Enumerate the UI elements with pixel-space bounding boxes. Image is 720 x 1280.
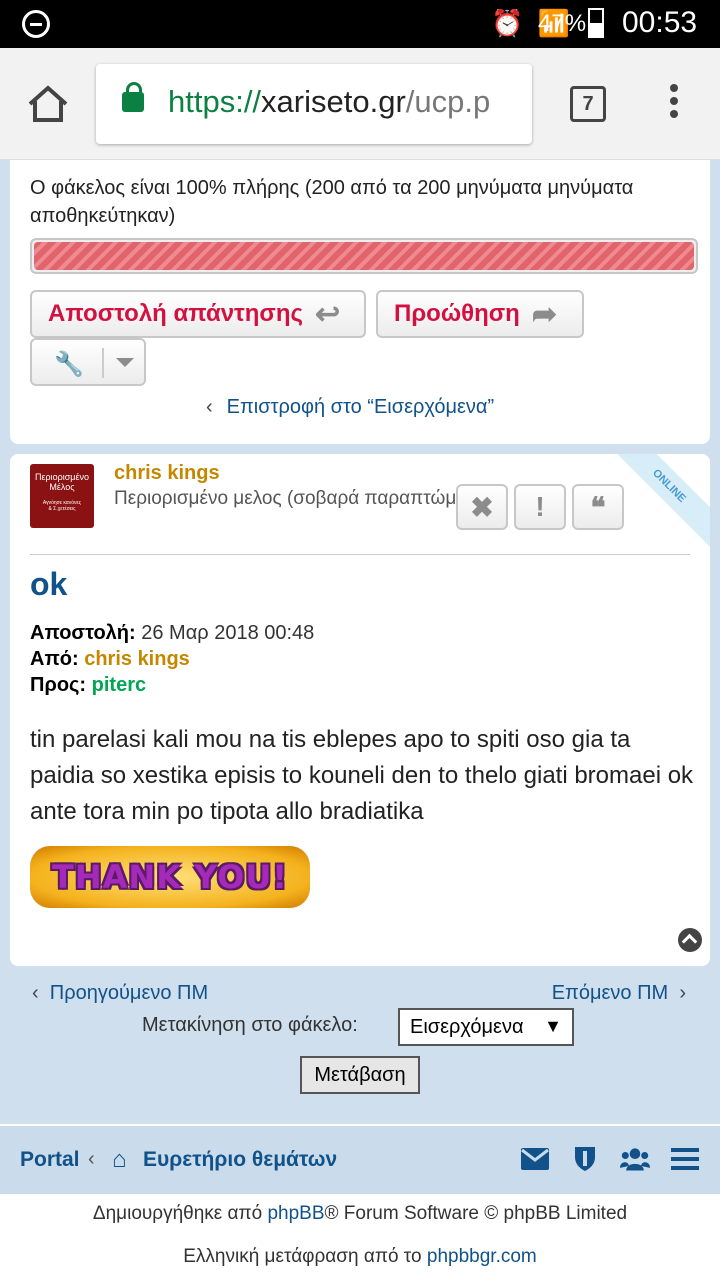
- overflow-menu-icon[interactable]: [668, 84, 680, 124]
- home-icon[interactable]: [26, 84, 70, 124]
- battery-icon: [588, 8, 604, 38]
- chevron-right-icon: ›: [679, 982, 686, 1004]
- battery-percent: 47%: [538, 10, 587, 37]
- tools-dropdown[interactable]: 🔧: [30, 338, 146, 386]
- to-user-link[interactable]: piterc: [92, 674, 146, 696]
- folder-actions-panel: Ο φάκελος είναι 100% πλήρης (200 από τα …: [10, 160, 710, 444]
- avatar[interactable]: Περιορισμένο Μέλος Αγνόησε κανόνες & Σ.χ…: [30, 464, 94, 528]
- status-bar: ⏰ 📶 47% 00:53: [0, 0, 720, 48]
- previous-pm-link[interactable]: ‹ Προηγούμενο ΠΜ: [32, 982, 208, 1005]
- folder-capacity-fill: [34, 242, 694, 270]
- chevron-left-icon: ‹: [206, 396, 213, 418]
- chevron-down-icon: [116, 358, 134, 367]
- alarm-icon: ⏰: [491, 8, 524, 38]
- quote-icon[interactable]: ❝: [572, 484, 624, 530]
- home-icon[interactable]: ⌂: [112, 1146, 127, 1174]
- forward-icon: ➦: [531, 297, 557, 331]
- author-rank: Περιορισμένο μελος (σοβαρά παραπτώματα): [114, 488, 492, 509]
- message-date: Αποστολή: 26 Μαρ 2018 00:48: [30, 622, 315, 644]
- hamburger-icon[interactable]: [670, 1144, 700, 1174]
- footer-nav: Portal ‹ ⌂ Ευρετήριο θεμάτων: [0, 1124, 720, 1194]
- forward-label: Προώθηση: [394, 300, 520, 327]
- back-to-inbox-link[interactable]: ‹ Επιστροφή στο “Εισερχόμενα”: [206, 396, 494, 419]
- phpbb-link[interactable]: phpBB: [267, 1203, 324, 1224]
- message-body: tin parelasi kali mou na tis eblepes apo…: [30, 726, 694, 825]
- delete-icon[interactable]: ✖: [456, 484, 508, 530]
- footer-translation: Ελληνική μετάφραση από το phpbbgr.com: [183, 1246, 537, 1267]
- footer-credits: Δημιουργήθηκε από phpBB® Forum Software …: [92, 1203, 628, 1224]
- author-name[interactable]: chris kings: [114, 462, 220, 485]
- message-to: Προς: piterc: [30, 674, 147, 696]
- footer-icons: [520, 1144, 700, 1174]
- wrench-icon: 🔧: [54, 351, 84, 378]
- url-text: https://xariseto.gr/ucp.p: [168, 84, 491, 119]
- reply-label: Αποστολή απάντησης: [48, 300, 303, 327]
- browser-toolbar: https://xariseto.gr/ucp.p 7: [0, 48, 720, 160]
- thank-you-image: THANK YOU!: [30, 846, 310, 908]
- do-not-disturb-icon: [22, 10, 50, 38]
- reply-icon: ↩: [315, 297, 341, 331]
- chevron-left-icon: ‹: [32, 982, 39, 1004]
- folder-capacity-bar: [30, 238, 698, 274]
- dropdown-arrow-icon: ▼: [544, 1016, 562, 1036]
- next-pm-link[interactable]: Επόμενο ΠΜ ›: [552, 982, 686, 1005]
- portal-link[interactable]: Portal: [20, 1148, 80, 1172]
- forward-button[interactable]: Προώθηση ➦: [376, 290, 584, 338]
- phpbbgr-link[interactable]: phpbbgr.com: [427, 1246, 537, 1267]
- tab-switcher-icon[interactable]: 7: [570, 86, 606, 122]
- go-button[interactable]: Μετάβαση: [300, 1056, 420, 1094]
- reply-button[interactable]: Αποστολή απάντησης ↩: [30, 290, 366, 338]
- message-title: ok: [30, 566, 68, 602]
- breadcrumb-separator: ‹: [88, 1148, 95, 1170]
- back-to-top-icon[interactable]: [678, 928, 702, 952]
- folder-select[interactable]: Εισερχόμενα ▼: [398, 1008, 574, 1046]
- divider: [30, 554, 690, 555]
- post-actions: ✖ ! ❝: [456, 484, 624, 530]
- move-folder-label: Μετακίνηση στο φάκελο:: [142, 1014, 358, 1036]
- envelope-icon[interactable]: [520, 1144, 550, 1174]
- report-icon[interactable]: !: [514, 484, 566, 530]
- clock: 00:53: [622, 6, 698, 39]
- from-user-link[interactable]: chris kings: [84, 648, 190, 670]
- lock-icon: [122, 82, 144, 112]
- address-bar[interactable]: https://xariseto.gr/ucp.p: [96, 64, 532, 144]
- shield-icon[interactable]: [570, 1144, 600, 1174]
- folder-status-text: Ο φάκελος είναι 100% πλήρης (200 από τα …: [30, 177, 634, 227]
- board-index-link[interactable]: Ευρετήριο θεμάτων: [143, 1148, 337, 1172]
- message-from: Από: chris kings: [30, 648, 190, 670]
- users-icon[interactable]: [620, 1144, 650, 1174]
- message-panel: ONLINE Περιορισμένο Μέλος Αγνόησε κανόνε…: [10, 454, 710, 966]
